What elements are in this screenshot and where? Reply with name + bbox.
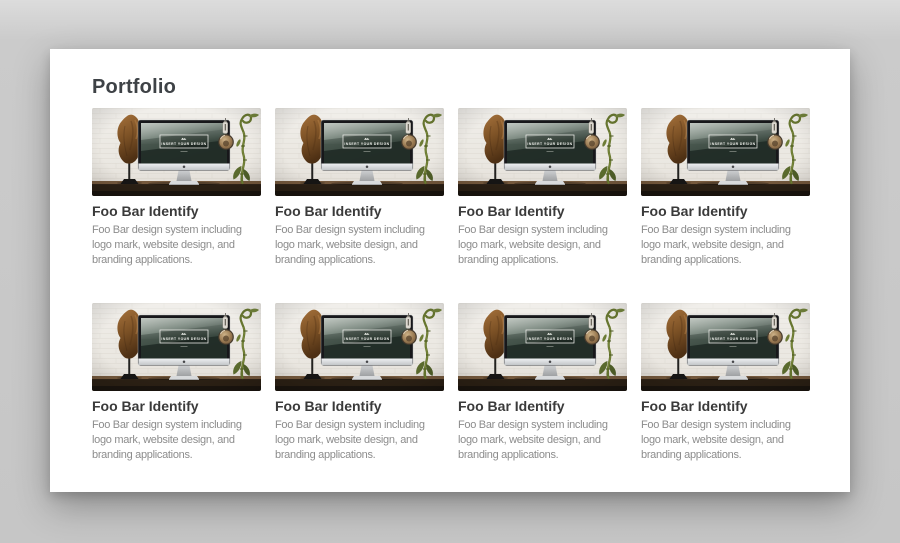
portfolio-card: Foo Bar Identify Foo Bar design system i… — [92, 303, 261, 462]
page-title: Portfolio — [92, 76, 810, 99]
imac-photo — [641, 303, 810, 391]
imac-photo — [275, 303, 444, 391]
portfolio-item-description: Foo Bar design system including logo mar… — [458, 418, 627, 463]
portfolio-item-title[interactable]: Foo Bar Identify — [92, 398, 261, 415]
portfolio-item-title[interactable]: Foo Bar Identify — [641, 203, 810, 220]
imac-photo — [275, 108, 444, 196]
portfolio-panel: Portfolio Foo Bar Identify Foo Bar desig… — [50, 49, 850, 492]
portfolio-item-description: Foo Bar design system including logo mar… — [92, 418, 261, 463]
portfolio-item-title[interactable]: Foo Bar Identify — [458, 398, 627, 415]
portfolio-thumbnail[interactable] — [92, 108, 261, 196]
portfolio-thumbnail[interactable] — [458, 303, 627, 391]
portfolio-item-title[interactable]: Foo Bar Identify — [275, 398, 444, 415]
imac-photo — [641, 108, 810, 196]
portfolio-item-title[interactable]: Foo Bar Identify — [275, 203, 444, 220]
portfolio-thumbnail[interactable] — [641, 303, 810, 391]
portfolio-item-description: Foo Bar design system including logo mar… — [275, 223, 444, 268]
portfolio-item-title[interactable]: Foo Bar Identify — [92, 203, 261, 220]
portfolio-thumbnail[interactable] — [275, 108, 444, 196]
portfolio-item-description: Foo Bar design system including logo mar… — [641, 223, 810, 268]
imac-photo — [92, 303, 261, 391]
portfolio-card: Foo Bar Identify Foo Bar design system i… — [641, 303, 810, 462]
portfolio-thumbnail[interactable] — [275, 303, 444, 391]
portfolio-thumbnail[interactable] — [92, 303, 261, 391]
portfolio-item-title[interactable]: Foo Bar Identify — [641, 398, 810, 415]
portfolio-thumbnail[interactable] — [458, 108, 627, 196]
imac-photo — [458, 108, 627, 196]
portfolio-card: Foo Bar Identify Foo Bar design system i… — [458, 108, 627, 267]
portfolio-thumbnail[interactable] — [641, 108, 810, 196]
portfolio-grid: Foo Bar Identify Foo Bar design system i… — [92, 108, 810, 462]
portfolio-card: Foo Bar Identify Foo Bar design system i… — [458, 303, 627, 462]
page-background: Portfolio Foo Bar Identify Foo Bar desig… — [0, 0, 900, 543]
portfolio-item-title[interactable]: Foo Bar Identify — [458, 203, 627, 220]
portfolio-item-description: Foo Bar design system including logo mar… — [275, 418, 444, 463]
portfolio-item-description: Foo Bar design system including logo mar… — [641, 418, 810, 463]
imac-photo — [458, 303, 627, 391]
portfolio-card: Foo Bar Identify Foo Bar design system i… — [275, 108, 444, 267]
portfolio-card: Foo Bar Identify Foo Bar design system i… — [92, 108, 261, 267]
imac-photo — [92, 108, 261, 196]
portfolio-item-description: Foo Bar design system including logo mar… — [92, 223, 261, 268]
portfolio-card: Foo Bar Identify Foo Bar design system i… — [641, 108, 810, 267]
portfolio-item-description: Foo Bar design system including logo mar… — [458, 223, 627, 268]
portfolio-card: Foo Bar Identify Foo Bar design system i… — [275, 303, 444, 462]
